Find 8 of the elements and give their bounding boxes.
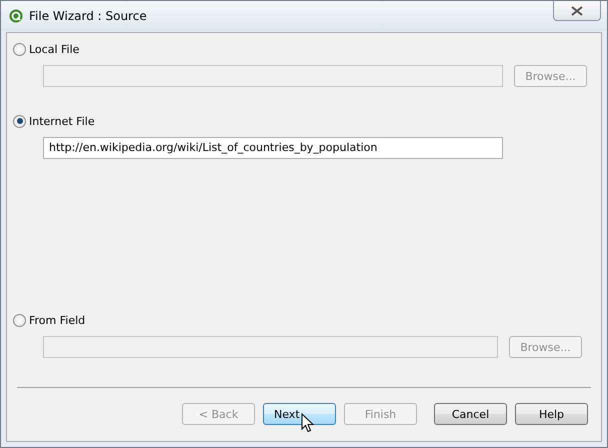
radio-label: From Field bbox=[29, 314, 86, 326]
dialog-button[interactable]: Help bbox=[515, 403, 588, 425]
dialog-button[interactable]: Next bbox=[263, 403, 336, 425]
dialog-button[interactable]: Cancel bbox=[434, 403, 507, 425]
window-title: File Wizard : Source bbox=[29, 9, 147, 23]
radio-label: Internet File bbox=[29, 114, 95, 128]
input-field[interactable]: http://en.wikipedia.org/wiki/List_of_countries_by_population bbox=[43, 137, 503, 159]
radio-label: Local File bbox=[29, 42, 80, 56]
